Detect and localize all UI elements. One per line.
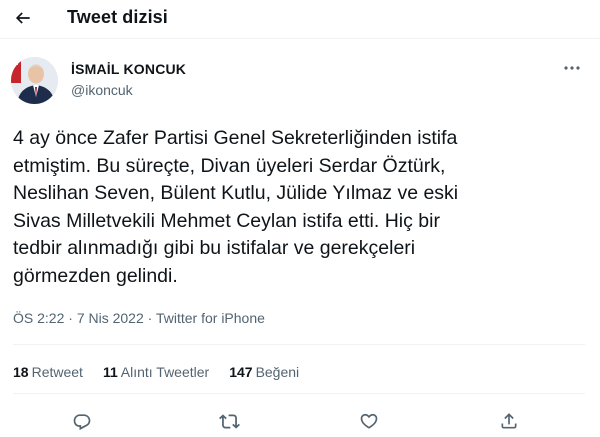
- tweet-source-link[interactable]: Twitter for iPhone: [156, 310, 265, 326]
- tweet-text-line: etmiştim. Bu süreçte, Divan üyeleri Serd…: [13, 154, 446, 177]
- tweet-date: 7 Nis 2022: [76, 310, 144, 326]
- reply-button[interactable]: [69, 408, 95, 434]
- like-icon: [360, 413, 378, 429]
- quotes-stat[interactable]: 11 Alıntı Tweetler: [103, 364, 209, 380]
- meta-separator: ·: [147, 310, 153, 326]
- avatar[interactable]: [11, 57, 58, 104]
- more-horizontal-icon: [564, 66, 580, 70]
- quotes-label: Alıntı Tweetler: [120, 364, 210, 380]
- likes-stat[interactable]: 147 Beğeni: [229, 364, 299, 380]
- retweets-label: Retweet: [31, 364, 83, 380]
- reply-icon: [73, 414, 91, 431]
- arrow-left-icon: [15, 12, 30, 24]
- more-options-button[interactable]: [560, 58, 584, 78]
- action-bar: [0, 406, 600, 436]
- author-name[interactable]: İSMAİL KONCUK: [71, 61, 186, 77]
- tweet-text-line: Sivas Milletvekili Mehmet Ceylan istifa …: [13, 209, 440, 232]
- tweet-time-link[interactable]: ÖS 2:22 · 7 Nis 2022: [13, 310, 144, 326]
- share-icon: [501, 413, 517, 429]
- retweets-count: 18: [13, 364, 29, 380]
- retweets-stat[interactable]: 18 Retweet: [13, 364, 83, 380]
- meta-separator: ·: [68, 310, 73, 326]
- tweet-text-line: Neslihan Seven, Bülent Kutlu, Jülide Yıl…: [13, 182, 459, 204]
- tweet-stats: 18 Retweet 11 Alıntı Tweetler 147 Beğeni: [13, 364, 299, 380]
- tweet-text-line: 4 ay önce Zafer Partisi Genel Sekreterli…: [13, 127, 458, 149]
- author-handle[interactable]: @ikoncuk: [71, 82, 133, 98]
- retweet-button[interactable]: [216, 408, 242, 434]
- like-button[interactable]: [356, 408, 382, 434]
- share-button[interactable]: [496, 408, 522, 434]
- header-bar: Tweet dizisi: [0, 0, 600, 38]
- divider: [13, 344, 585, 345]
- retweet-icon: [218, 413, 240, 429]
- tweet-text: 4 ay önce Zafer Partisi Genel Sekreterli…: [13, 125, 593, 290]
- back-button[interactable]: [10, 6, 36, 30]
- page-title: Tweet dizisi: [67, 7, 168, 27]
- tweet-text-line: tedbir alınmadığı gibi bu istifalar ve g…: [13, 237, 416, 259]
- tweet-meta: ÖS 2:22 · 7 Nis 2022 · Twitter for iPhon…: [13, 310, 265, 326]
- likes-count: 147: [229, 364, 253, 380]
- likes-label: Beğeni: [255, 364, 300, 380]
- profile-photo: [11, 57, 58, 104]
- tweet-text-line: görmezden gelindi.: [13, 264, 178, 287]
- quotes-count: 11: [102, 364, 118, 380]
- header-divider: [0, 38, 600, 39]
- tweet-time: ÖS 2:22: [13, 310, 65, 326]
- divider: [13, 393, 585, 394]
